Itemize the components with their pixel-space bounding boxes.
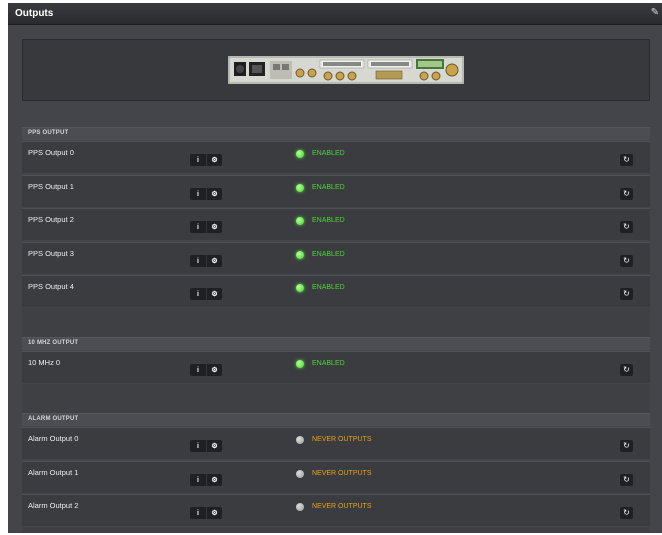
section-header-alarm-output: ALARM OUTPUT xyxy=(22,413,650,426)
section-header-pps-output: PPS OUTPUT xyxy=(22,127,650,140)
status-indicator-icon xyxy=(296,503,304,511)
output-row-pps-output-3: PPS Output 3 i ⚙ ENABLED ↻ xyxy=(22,242,650,274)
device-rear-panel-box xyxy=(22,39,650,101)
output-name: PPS Output 0 xyxy=(28,148,74,157)
output-action-buttons: i ⚙ xyxy=(190,440,222,452)
output-row-pps-output-0: PPS Output 0 i ⚙ ENABLED ↻ xyxy=(22,141,650,173)
status-text: ENABLED xyxy=(312,184,345,191)
info-button[interactable]: i xyxy=(190,221,206,233)
output-action-buttons: i ⚙ xyxy=(190,474,222,486)
section-header-10-mhz-output: 10 MHZ OUTPUT xyxy=(22,337,650,350)
status-indicator-icon xyxy=(296,284,304,292)
info-button[interactable]: i xyxy=(190,255,206,267)
info-button[interactable]: i xyxy=(190,474,206,486)
edit-icon[interactable]: ✎ xyxy=(650,7,660,19)
info-button[interactable]: i xyxy=(190,188,206,200)
settings-button[interactable]: ⚙ xyxy=(206,154,222,166)
output-name: PPS Output 2 xyxy=(28,215,74,224)
output-row-pps-output-4: PPS Output 4 i ⚙ ENABLED ↻ xyxy=(22,275,650,307)
info-button[interactable]: i xyxy=(190,154,206,166)
settings-button[interactable]: ⚙ xyxy=(206,364,222,376)
settings-button[interactable]: ⚙ xyxy=(206,188,222,200)
status-text: ENABLED xyxy=(312,284,345,291)
section-label: ALARM OUTPUT xyxy=(28,416,79,422)
refresh-button[interactable]: ↻ xyxy=(620,288,633,300)
output-name: PPS Output 1 xyxy=(28,182,74,191)
info-button[interactable]: i xyxy=(190,364,206,376)
status-indicator-icon xyxy=(296,360,304,368)
refresh-button[interactable]: ↻ xyxy=(620,188,633,200)
output-action-buttons: i ⚙ xyxy=(190,188,222,200)
section-label: PPS OUTPUT xyxy=(28,130,69,136)
outputs-panel: Outputs ✎ PPS OUTPUT PPS Output 0 i ⚙ EN… xyxy=(8,3,662,533)
section-spacer xyxy=(22,308,650,337)
info-button[interactable]: i xyxy=(190,288,206,300)
settings-button[interactable]: ⚙ xyxy=(206,507,222,519)
settings-button[interactable]: ⚙ xyxy=(206,255,222,267)
panel-titlebar: Outputs ✎ xyxy=(8,3,662,25)
panel-title: Outputs xyxy=(15,8,54,19)
info-button[interactable]: i xyxy=(190,440,206,452)
status-indicator-icon xyxy=(296,217,304,225)
settings-button[interactable]: ⚙ xyxy=(206,221,222,233)
output-action-buttons: i ⚙ xyxy=(190,221,222,233)
output-row-pps-output-2: PPS Output 2 i ⚙ ENABLED ↻ xyxy=(22,208,650,240)
settings-button[interactable]: ⚙ xyxy=(206,288,222,300)
output-name: Alarm Output 1 xyxy=(28,468,79,477)
status-indicator-icon xyxy=(296,436,304,444)
settings-button[interactable]: ⚙ xyxy=(206,440,222,452)
section-spacer xyxy=(22,384,650,413)
status-text: ENABLED xyxy=(312,251,345,258)
status-text: ENABLED xyxy=(312,150,345,157)
status-text: NEVER OUTPUTS xyxy=(312,503,372,510)
refresh-button[interactable]: ↻ xyxy=(620,364,633,376)
output-action-buttons: i ⚙ xyxy=(190,288,222,300)
status-text: NEVER OUTPUTS xyxy=(312,470,372,477)
output-name: Alarm Output 2 xyxy=(28,501,79,510)
status-indicator-icon xyxy=(296,251,304,259)
refresh-button[interactable]: ↻ xyxy=(620,474,633,486)
output-row-alarm-output-1: Alarm Output 1 i ⚙ NEVER OUTPUTS ↻ xyxy=(22,461,650,493)
output-name: Alarm Output 0 xyxy=(28,434,79,443)
refresh-button[interactable]: ↻ xyxy=(620,255,633,267)
device-rear-panel-image xyxy=(228,56,464,84)
settings-button[interactable]: ⚙ xyxy=(206,474,222,486)
output-action-buttons: i ⚙ xyxy=(190,364,222,376)
output-name: PPS Output 3 xyxy=(28,249,74,258)
status-text: ENABLED xyxy=(312,217,345,224)
section-label: 10 MHZ OUTPUT xyxy=(28,340,79,346)
output-action-buttons: i ⚙ xyxy=(190,507,222,519)
output-row-10-mhz-0: 10 MHz 0 i ⚙ ENABLED ↻ xyxy=(22,351,650,383)
output-action-buttons: i ⚙ xyxy=(190,154,222,166)
refresh-button[interactable]: ↻ xyxy=(620,221,633,233)
status-text: NEVER OUTPUTS xyxy=(312,436,372,443)
status-text: ENABLED xyxy=(312,360,345,367)
output-row-pps-output-1: PPS Output 1 i ⚙ ENABLED ↻ xyxy=(22,175,650,207)
section-spacer xyxy=(22,527,650,533)
status-indicator-icon xyxy=(296,184,304,192)
output-name: 10 MHz 0 xyxy=(28,358,61,367)
status-indicator-icon xyxy=(296,150,304,158)
refresh-button[interactable]: ↻ xyxy=(620,507,633,519)
output-row-alarm-output-2: Alarm Output 2 i ⚙ NEVER OUTPUTS ↻ xyxy=(22,494,650,526)
output-row-alarm-output-0: Alarm Output 0 i ⚙ NEVER OUTPUTS ↻ xyxy=(22,427,650,459)
output-action-buttons: i ⚙ xyxy=(190,255,222,267)
refresh-button[interactable]: ↻ xyxy=(620,154,633,166)
output-name: PPS Output 4 xyxy=(28,282,74,291)
status-indicator-icon xyxy=(296,470,304,478)
refresh-button[interactable]: ↻ xyxy=(620,440,633,452)
info-button[interactable]: i xyxy=(190,507,206,519)
